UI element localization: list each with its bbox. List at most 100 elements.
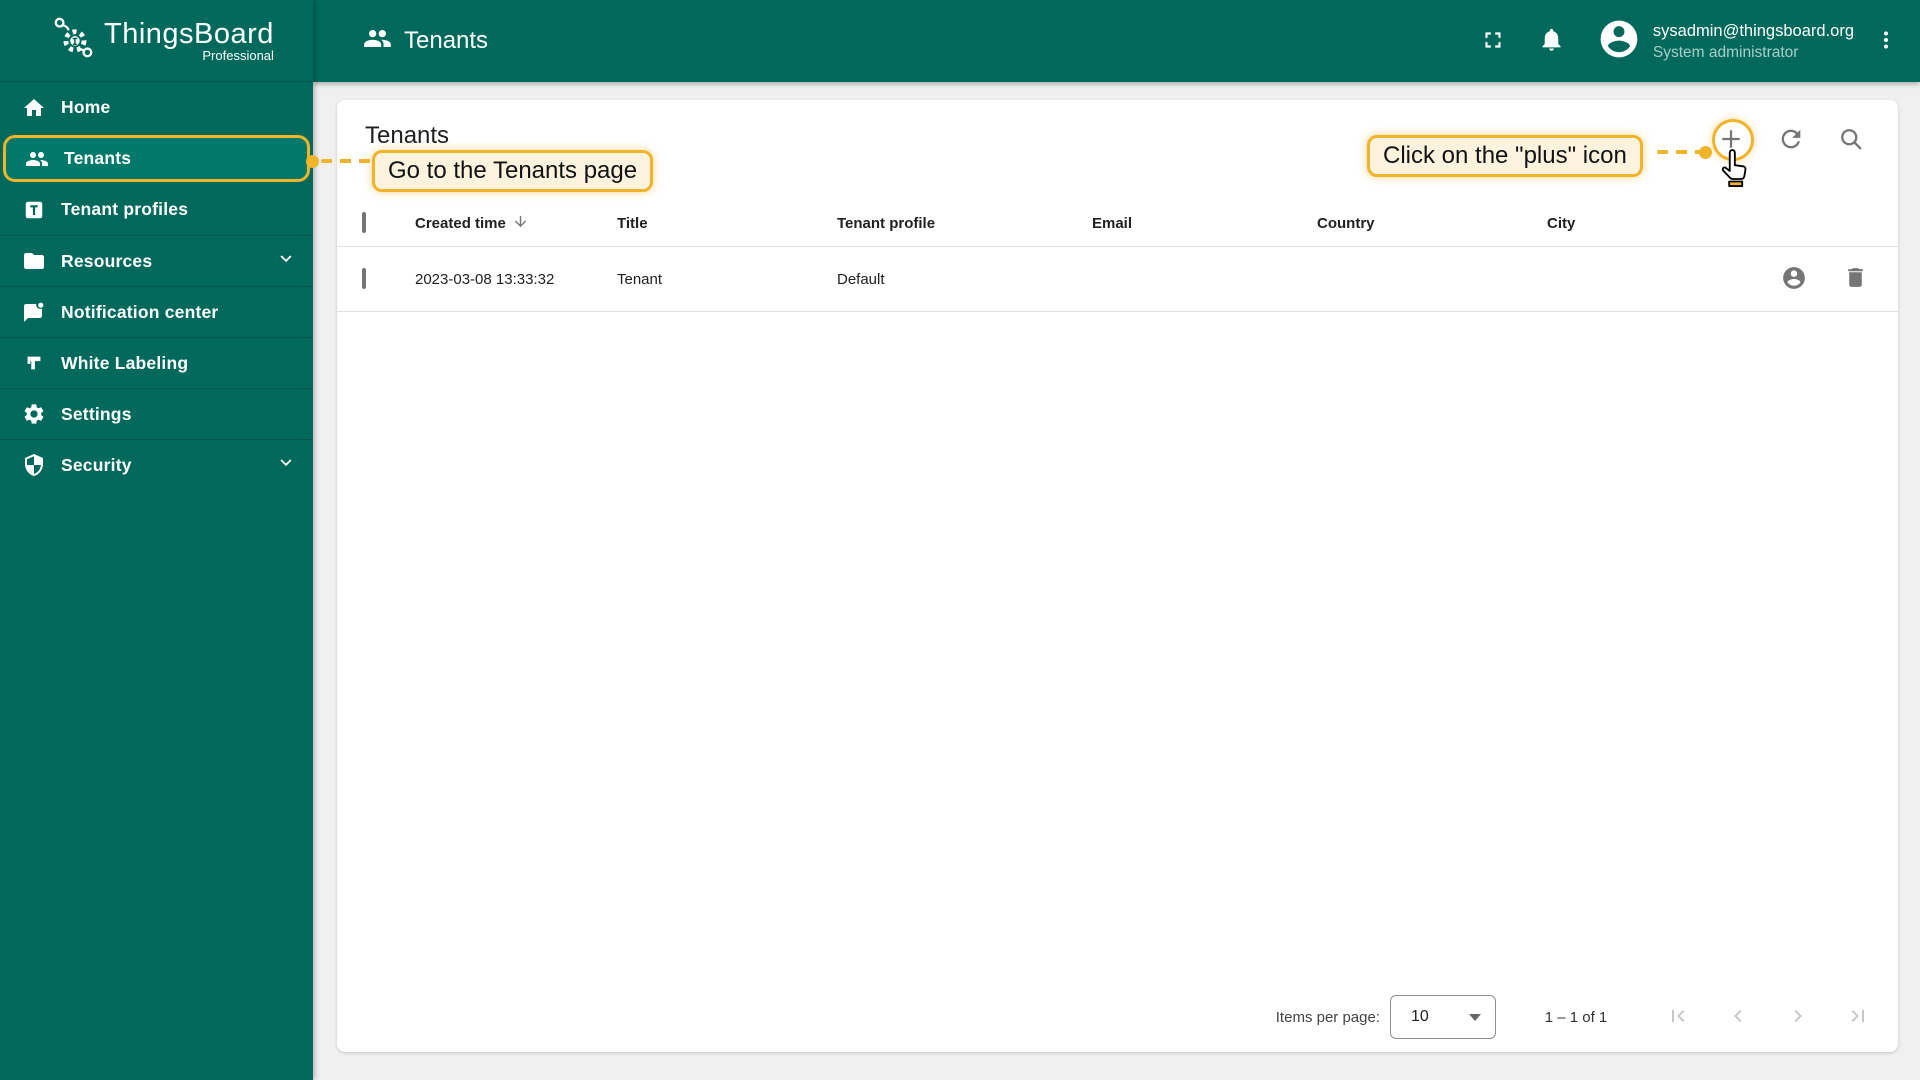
avatar (1597, 17, 1641, 66)
page-breadcrumb: Tenants (363, 24, 488, 58)
user-email: sysadmin@thingsboard.org (1652, 21, 1854, 40)
sidebar-item-label: Tenants (64, 148, 132, 168)
search-button[interactable] (1833, 122, 1869, 158)
sidebar-item-tenants[interactable]: Tenants (3, 135, 310, 182)
page-range-label: 1 – 1 of 1 (1544, 1008, 1608, 1026)
callout-anchor-dot (1699, 146, 1712, 159)
manage-tenant-admins-button[interactable] (1781, 265, 1807, 294)
column-header-city[interactable]: City (1547, 215, 1742, 232)
kebab-menu-icon (1874, 28, 1898, 55)
notification-icon (22, 300, 46, 324)
last-page-icon (1846, 1004, 1870, 1031)
user-menu-button[interactable] (1874, 28, 1898, 55)
table-row[interactable]: 2023-03-08 13:33:32 Tenant Default (337, 247, 1898, 312)
page-navigation (1666, 1005, 1870, 1029)
people-icon (363, 24, 392, 58)
tenants-card: Tenants Created time Title Tenant profil… (337, 100, 1898, 1052)
select-caret-icon (1469, 1013, 1481, 1021)
items-per-page-label: Items per page: (1275, 1008, 1380, 1026)
sidebar-item-settings[interactable]: Settings (0, 388, 313, 439)
column-label: Created time (415, 214, 506, 232)
row-actions (1742, 265, 1882, 294)
sidebar-item-label: Home (61, 97, 111, 117)
column-header-country[interactable]: Country (1317, 215, 1547, 232)
folder-icon (22, 249, 46, 273)
brand-logo[interactable]: ThingsBoard Professional (0, 0, 313, 82)
column-header-tenant-profile[interactable]: Tenant profile (837, 215, 1092, 232)
sidebar-item-label: Resources (61, 250, 153, 271)
cell-tenant-profile: Default (837, 270, 885, 288)
thingsboard-app: ThingsBoard Professional Home Tenants Te… (0, 0, 1920, 1080)
next-page-button[interactable] (1786, 1005, 1810, 1029)
notifications-button[interactable] (1538, 26, 1565, 56)
column-label: City (1547, 214, 1576, 232)
sort-arrow-down-icon (512, 213, 529, 234)
column-label: Email (1092, 214, 1133, 232)
bell-icon (1538, 26, 1565, 56)
shield-icon (22, 453, 46, 477)
white-labeling-icon (22, 351, 46, 375)
select-all-checkbox[interactable] (362, 212, 366, 233)
people-icon (25, 147, 49, 171)
column-header-created-time[interactable]: Created time (415, 213, 617, 234)
sidebar-item-tenant-profiles[interactable]: Tenant profiles (0, 184, 313, 235)
sidebar-item-label: White Labeling (61, 352, 189, 373)
first-page-button[interactable] (1666, 1005, 1690, 1029)
row-checkbox[interactable] (362, 268, 366, 289)
refresh-button[interactable] (1773, 122, 1809, 158)
callout-plus-icon: Click on the "plus" icon (1367, 135, 1643, 177)
table-header-row: Created time Title Tenant profile Email … (337, 200, 1898, 247)
brand-name: ThingsBoard (104, 18, 274, 50)
first-page-icon (1666, 1004, 1690, 1031)
sidebar-item-label: Notification center (61, 301, 219, 322)
brand-text: ThingsBoard Professional (104, 18, 274, 63)
cell-title: Tenant (617, 270, 663, 288)
sidebar-item-label: Tenant profiles (61, 199, 189, 219)
cell-created-time: 2023-03-08 13:33:32 (415, 270, 555, 288)
page-title: Tenants (404, 27, 489, 54)
top-bar: Tenants sysadmin@thingsboard.org System … (313, 0, 1920, 82)
tenant-profile-icon (22, 198, 46, 222)
sidebar-item-home[interactable]: Home (0, 82, 313, 133)
column-label: Country (1317, 214, 1375, 232)
user-role: System administrator (1652, 43, 1799, 61)
column-header-email[interactable]: Email (1092, 215, 1317, 232)
home-icon (22, 96, 46, 120)
refresh-icon (1777, 125, 1805, 156)
search-icon (1837, 125, 1865, 156)
sidebar-item-label: Settings (61, 403, 132, 424)
callout-dashed-line (321, 159, 371, 163)
paginator: Items per page: 10 1 – 1 of 1 (1276, 982, 1898, 1052)
hand-pointer-cursor (1717, 149, 1751, 198)
chevron-down-icon (275, 248, 297, 275)
sidebar-item-security[interactable]: Security (0, 439, 313, 490)
items-per-page-value: 10 (1411, 1008, 1429, 1025)
sidebar-item-notification-center[interactable]: Notification center (0, 286, 313, 337)
manage-user-icon (1781, 265, 1807, 294)
callout-dashed-line (1657, 150, 1701, 154)
chevron-down-icon (275, 452, 297, 479)
thingsboard-logo-icon (50, 15, 96, 66)
callout-anchor-dot (306, 155, 319, 168)
gear-icon (22, 402, 46, 426)
last-page-button[interactable] (1846, 1005, 1870, 1029)
column-header-title[interactable]: Title (617, 215, 837, 232)
column-label: Title (617, 214, 648, 232)
delete-tenant-button[interactable] (1843, 265, 1868, 294)
user-info: sysadmin@thingsboard.org System administ… (1653, 20, 1854, 63)
chevron-left-icon (1726, 1004, 1750, 1031)
sidebar-item-label: Security (61, 454, 132, 475)
card-title: Tenants (365, 122, 450, 149)
delete-icon (1843, 265, 1868, 293)
sidebar-item-resources[interactable]: Resources (0, 235, 313, 286)
sidebar-item-white-labeling[interactable]: White Labeling (0, 337, 313, 388)
column-label: Tenant profile (837, 214, 936, 232)
sidebar-nav: Home Tenants Tenant profiles Resources N… (0, 82, 313, 490)
fullscreen-button[interactable] (1480, 27, 1506, 56)
fullscreen-icon (1480, 27, 1506, 56)
brand-edition: Professional (202, 48, 274, 63)
previous-page-button[interactable] (1726, 1005, 1750, 1029)
callout-tenants-page: Go to the Tenants page (372, 150, 654, 192)
chevron-right-icon (1786, 1004, 1810, 1031)
items-per-page-select[interactable]: 10 (1390, 995, 1496, 1039)
